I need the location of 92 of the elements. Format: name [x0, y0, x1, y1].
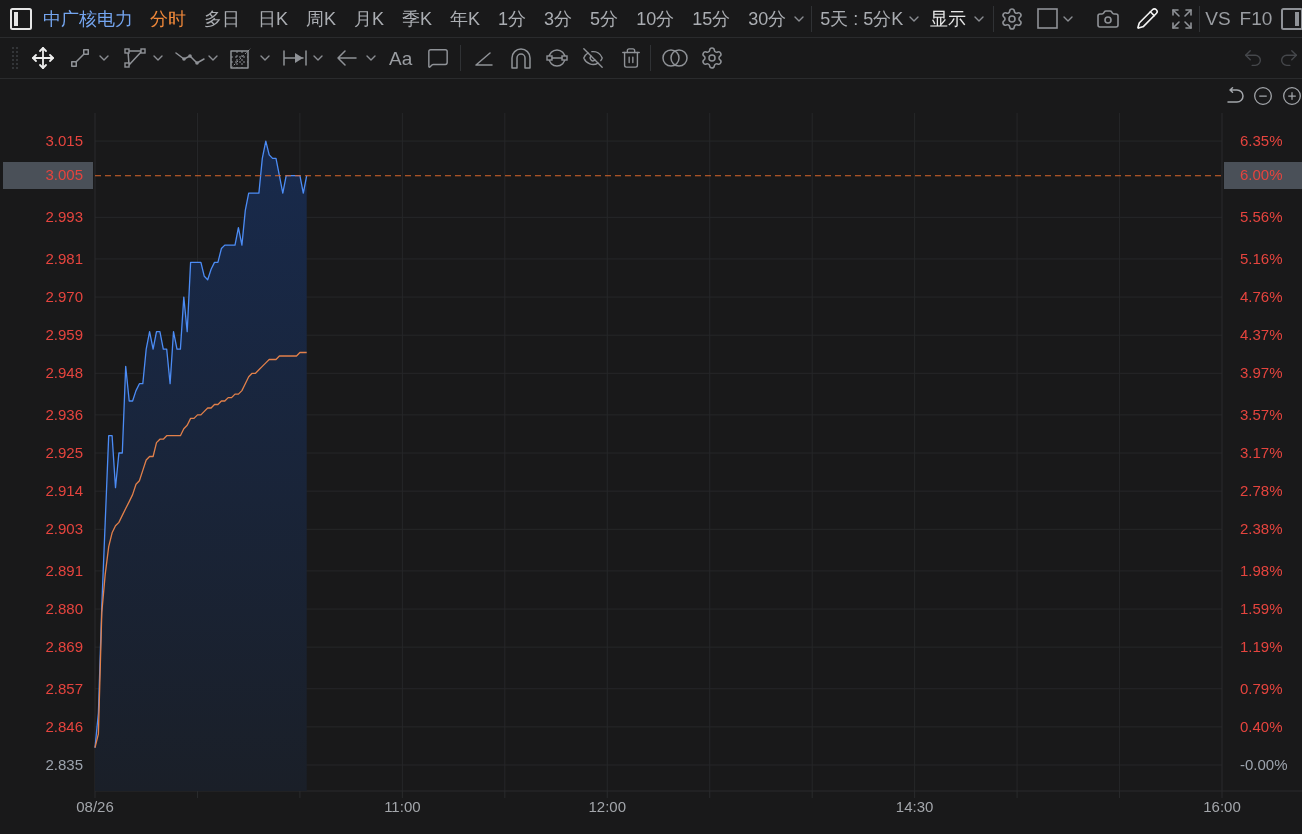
last-percent-label: 6.00%	[1224, 162, 1302, 190]
overlapping-circles-icon[interactable]	[662, 49, 689, 67]
square-icon[interactable]	[1037, 8, 1059, 29]
reset-zoom-icon[interactable]	[1226, 87, 1244, 105]
percent-axis-label: 1.59%	[1240, 600, 1283, 617]
percent-axis-label: 5.56%	[1240, 208, 1283, 226]
price-axis-label: 2.903	[45, 520, 83, 538]
time-axis-label: 11:00	[384, 798, 421, 815]
time-axis-label: 14:30	[895, 798, 934, 815]
zigzag-tool-icon[interactable]	[175, 49, 205, 67]
zoom-out-icon[interactable]	[1253, 86, 1273, 106]
display-dropdown[interactable]: 显示	[930, 9, 985, 28]
percent-axis-label: 1.19%	[1240, 638, 1283, 656]
price-axis-label: 2.970	[45, 288, 83, 306]
measure-tool-icon[interactable]	[283, 50, 307, 66]
price-axis-label: 2.846	[45, 717, 83, 735]
time-axis-label: 12:00	[588, 798, 627, 815]
percent-axis-label: 3.97%	[1240, 364, 1283, 382]
chevron-down-icon[interactable]	[208, 55, 218, 61]
polygon-tool-icon[interactable]	[124, 48, 146, 68]
period-dropdown[interactable]: 30分	[748, 9, 805, 28]
range-dropdown[interactable]: 5天 : 5分K	[820, 9, 920, 28]
percent-axis-label: 3.17%	[1240, 444, 1283, 462]
move-icon[interactable]	[31, 46, 55, 70]
text-tool[interactable]: Aa	[389, 48, 413, 68]
period-tab[interactable]: 10分	[636, 9, 675, 28]
price-axis-label: 2.891	[45, 561, 83, 579]
header-link[interactable]: VS	[1205, 9, 1231, 28]
period-tab[interactable]: 分时	[150, 9, 186, 28]
period-tab[interactable]: 季K	[402, 9, 433, 28]
period-tab[interactable]: 日K	[258, 9, 288, 28]
last-price-label: 3.005	[3, 162, 93, 190]
price-axis-label: 2.993	[45, 208, 83, 226]
period-tab[interactable]: 多日	[204, 9, 240, 28]
chevron-down-icon[interactable]	[974, 15, 985, 22]
ring-tool-icon[interactable]	[546, 48, 569, 68]
price-axis-label: 2.948	[45, 364, 83, 382]
percent-axis-label: 4.37%	[1240, 326, 1283, 344]
percent-axis-label: 0.79%	[1240, 679, 1283, 697]
percent-axis-label: 1.98%	[1240, 561, 1283, 579]
period-tab[interactable]: 周K	[306, 9, 337, 28]
percent-axis-label: 4.76%	[1240, 288, 1283, 306]
price-axis-label: 3.015	[45, 132, 83, 150]
chevron-down-icon[interactable]	[1063, 15, 1074, 22]
time-axis-label: 16:00	[1203, 798, 1241, 815]
magnet-icon[interactable]	[511, 47, 532, 69]
chevron-down-icon[interactable]	[909, 15, 920, 22]
settings-icon[interactable]	[1000, 6, 1025, 31]
trash-icon[interactable]	[620, 47, 643, 69]
chevron-down-icon[interactable]	[153, 55, 163, 61]
percent-axis-label: 2.38%	[1240, 520, 1283, 538]
chevron-down-icon[interactable]	[366, 55, 376, 61]
comment-icon[interactable]	[427, 47, 450, 69]
price-axis-label: 2.869	[45, 638, 83, 656]
period-tab[interactable]: 年K	[450, 9, 481, 28]
pencil-icon[interactable]	[1136, 7, 1160, 30]
arrow-left-icon[interactable]	[337, 50, 357, 66]
period-tab[interactable]: 3分	[544, 9, 573, 28]
line-tool-icon[interactable]	[71, 49, 89, 67]
settings-icon[interactable]	[700, 46, 725, 70]
percent-axis-label: 6.35%	[1240, 132, 1283, 150]
price-axis-label: 2.857	[45, 679, 83, 697]
eye-off-icon[interactable]	[582, 47, 605, 69]
fullscreen-icon[interactable]	[1170, 6, 1195, 31]
time-axis-label: 08/26	[76, 798, 114, 815]
period-tab[interactable]: 15分	[692, 9, 731, 28]
percent-axis-label: 0.40%	[1240, 717, 1283, 735]
angle-tool-icon[interactable]	[475, 50, 494, 66]
chevron-down-icon[interactable]	[794, 15, 805, 22]
zoom-in-icon[interactable]	[1282, 86, 1302, 106]
header-link[interactable]: F10	[1239, 9, 1273, 28]
period-tab[interactable]: 5分	[590, 9, 619, 28]
price-axis-label: 2.835	[45, 756, 83, 773]
price-axis-label: 2.981	[45, 249, 83, 267]
price-axis-label: 2.880	[45, 600, 83, 617]
percent-axis-label: 5.16%	[1240, 249, 1283, 267]
period-tab[interactable]: 1分	[498, 9, 527, 28]
price-axis-label: 2.936	[45, 405, 83, 423]
sidebar-toggle-icon[interactable]	[1281, 7, 1302, 30]
chevron-down-icon[interactable]	[260, 55, 270, 61]
grid-tool-icon[interactable]	[230, 47, 252, 69]
percent-axis-label: -0.00%	[1240, 756, 1288, 773]
price-axis-label: 2.914	[45, 482, 83, 500]
percent-axis-label: 2.78%	[1240, 482, 1283, 500]
chevron-down-icon[interactable]	[313, 55, 323, 61]
period-tab[interactable]: 月K	[354, 9, 385, 28]
price-axis-label: 2.925	[45, 444, 83, 462]
chevron-down-icon[interactable]	[99, 55, 109, 61]
price-axis-label: 2.959	[45, 326, 83, 344]
drag-handle-icon[interactable]	[12, 47, 18, 69]
percent-axis-label: 3.57%	[1240, 405, 1283, 423]
stock-name: 中广核电力	[43, 9, 133, 28]
